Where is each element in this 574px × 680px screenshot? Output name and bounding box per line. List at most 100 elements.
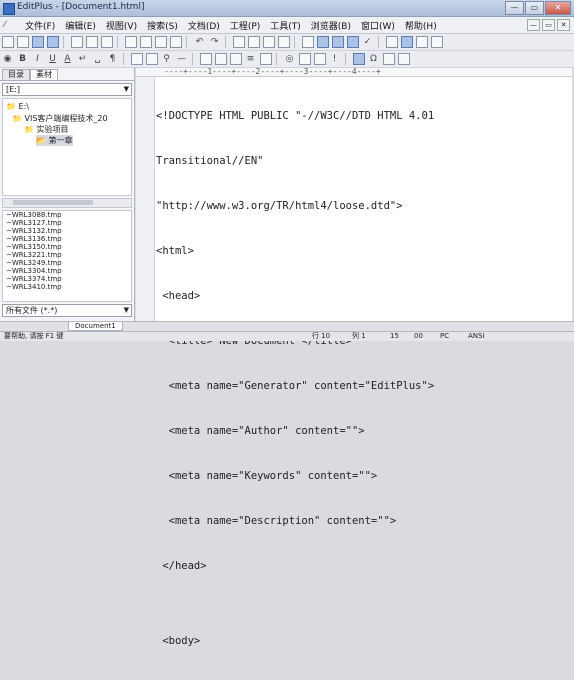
anchor-icon[interactable] [145,53,158,66]
button-icon[interactable] [313,53,326,66]
delete-icon[interactable] [169,36,182,49]
document-tabs: Document1 [0,321,574,331]
maximize-button[interactable]: ▭ [525,1,544,15]
doc-minimize-button[interactable]: — [527,19,540,31]
file-item[interactable]: ~WRL3374.tmp [3,275,131,283]
doc-close-button[interactable]: ✕ [557,19,570,31]
window-controls: — ▭ ✕ [505,1,571,15]
output-window-icon[interactable] [415,36,428,49]
browser-icon[interactable]: ◉ [1,53,14,66]
open-folder-icon[interactable] [16,36,29,49]
menu-document[interactable]: 文档(D) [183,19,225,32]
code-line: <head> [156,290,201,302]
menu-file[interactable]: 文件(F) [20,19,60,32]
radio-icon[interactable]: ◎ [283,53,296,66]
tree-node[interactable]: 📁 实验项目 [24,124,69,135]
underline-icon[interactable]: U [46,53,59,66]
spellcheck-icon[interactable] [100,36,113,49]
chevron-down-icon[interactable]: ▼ [124,84,129,95]
print-preview-icon[interactable] [85,36,98,49]
nbsp-icon[interactable]: ␣ [91,53,104,66]
checkbox-icon[interactable] [298,53,311,66]
list-icon[interactable]: ≡ [244,53,257,66]
find-icon[interactable] [232,36,245,49]
code-line: </head> [156,560,207,572]
comment-icon[interactable]: ! [328,53,341,66]
close-button[interactable]: ✕ [545,1,571,15]
table-icon[interactable] [199,53,212,66]
tree-horizontal-scrollbar[interactable] [2,198,132,208]
color-icon[interactable] [352,53,365,66]
directory-window-icon[interactable] [385,36,398,49]
file-item[interactable]: ~WRL3132.tmp [3,227,131,235]
goto-icon[interactable] [277,36,290,49]
frame-icon[interactable] [397,53,410,66]
menu-help[interactable]: 帮助(H) [400,19,442,32]
undo-icon[interactable]: ↶ [193,36,206,49]
file-item[interactable]: ~WRL3304.tmp [3,267,131,275]
file-item[interactable]: ~WRL3088.tmp [3,211,131,219]
textbox-icon[interactable] [229,53,242,66]
tree-node[interactable]: 📁 E:\ [6,102,29,111]
find-next-icon[interactable] [262,36,275,49]
paste-icon[interactable] [154,36,167,49]
document-tab[interactable]: Document1 [68,322,123,331]
code-area[interactable]: <!DOCTYPE HTML PUBLIC "-//W3C//DTD HTML … [156,79,434,680]
toolbar-separator [294,36,297,48]
menu-search[interactable]: 搜索(S) [142,19,183,32]
image-icon[interactable] [130,53,143,66]
fullscreen-icon[interactable] [430,36,443,49]
drive-select[interactable]: [E:] ▼ [2,83,132,96]
minimize-button[interactable]: — [505,1,524,15]
tab-cliptext[interactable]: 素材 [30,69,58,80]
hyperlink-icon[interactable]: ⚲ [160,53,173,66]
chevron-down-icon[interactable]: ▼ [124,305,129,316]
preview-icon[interactable] [382,53,395,66]
font-icon[interactable]: A [61,53,74,66]
line-break-icon[interactable]: ↵ [76,53,89,66]
file-item[interactable]: ~WRL3221.tmp [3,251,131,259]
tree-node[interactable]: 📁 VIS客户端编程技术_20 [12,113,108,124]
file-item[interactable]: ~WRL3249.tmp [3,259,131,267]
file-list: ~WRL3088.tmp ~WRL3127.tmp ~WRL3132.tmp ~… [2,210,132,302]
word-wrap-icon[interactable] [301,36,314,49]
italic-icon[interactable]: I [31,53,44,66]
paragraph-icon[interactable]: ¶ [106,53,119,66]
menu-window[interactable]: 窗口(W) [356,19,400,32]
save-all-icon[interactable] [46,36,59,49]
html-toolbar: ◉ B I U A ↵ ␣ ¶ ⚲ — ≡ ◎ ! Ω [0,51,574,68]
column-select-icon[interactable] [346,36,359,49]
ruler-icon[interactable] [316,36,329,49]
replace-icon[interactable] [247,36,260,49]
cut-icon[interactable] [124,36,137,49]
horizontal-rule-icon[interactable]: — [175,53,188,66]
cliptext-window-icon[interactable] [400,36,413,49]
print-icon[interactable] [70,36,83,49]
check-icon[interactable]: ✓ [361,36,374,49]
file-item[interactable]: ~WRL3127.tmp [3,219,131,227]
doc-restore-button[interactable]: ▭ [542,19,555,31]
file-filter-select[interactable]: 所有文件 (*.*) ▼ [2,304,132,317]
tree-node-selected[interactable]: 📂 第一章 [36,135,73,146]
form-icon[interactable] [214,53,227,66]
menu-edit[interactable]: 编辑(E) [60,19,101,32]
save-icon[interactable] [31,36,44,49]
line-number-icon[interactable] [331,36,344,49]
menu-project[interactable]: 工程(P) [225,19,265,32]
char-icon[interactable]: Ω [367,53,380,66]
file-item[interactable]: ~WRL3410.tmp [3,283,131,291]
file-item[interactable]: ~WRL3150.tmp [3,243,131,251]
menu-tools[interactable]: 工具(T) [265,19,306,32]
bold-icon[interactable]: B [16,53,29,66]
copy-icon[interactable] [139,36,152,49]
menu-view[interactable]: 视图(V) [101,19,142,32]
code-editor[interactable]: ----+----1----+----2----+----3----+----4… [136,68,572,647]
file-item[interactable]: ~WRL3136.tmp [3,235,131,243]
new-file-icon[interactable] [1,36,14,49]
redo-icon[interactable]: ↷ [208,36,221,49]
scrollbar-thumb[interactable] [13,200,93,205]
toolbar-grip-icon: ⁄ [4,20,6,30]
menu-browser[interactable]: 浏览器(B) [306,19,356,32]
tab-directory[interactable]: 目录 [2,69,30,80]
textarea-icon[interactable] [259,53,272,66]
